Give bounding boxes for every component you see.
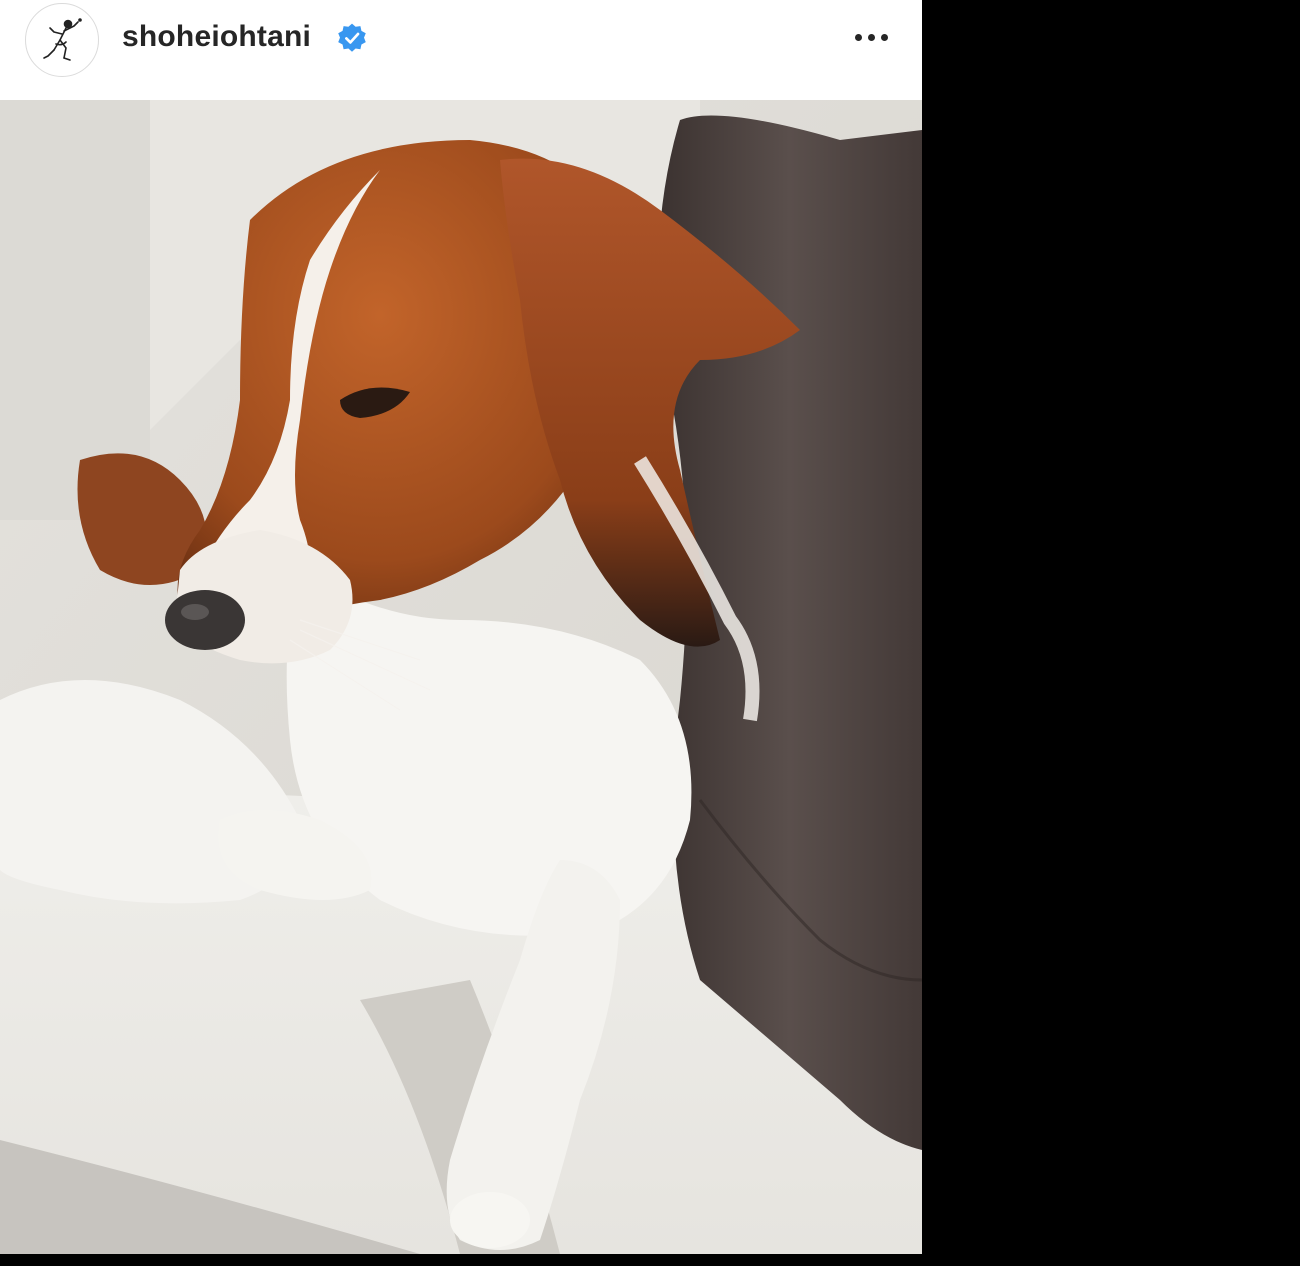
- pitcher-sketch-icon: [43, 18, 82, 61]
- verified-badge-icon: [338, 23, 366, 52]
- dog-photo-image: [0, 100, 922, 1254]
- profile-avatar[interactable]: [25, 3, 99, 77]
- dot-icon: [867, 33, 875, 41]
- dot-icon: [880, 33, 888, 41]
- more-options-button[interactable]: [846, 17, 896, 57]
- dot-icon: [854, 33, 862, 41]
- username[interactable]: shoheiohtani: [122, 17, 311, 57]
- post-header: shoheiohtani: [0, 3, 922, 100]
- post-photo[interactable]: [0, 100, 922, 1254]
- instagram-post: shoheiohtani: [0, 0, 922, 1254]
